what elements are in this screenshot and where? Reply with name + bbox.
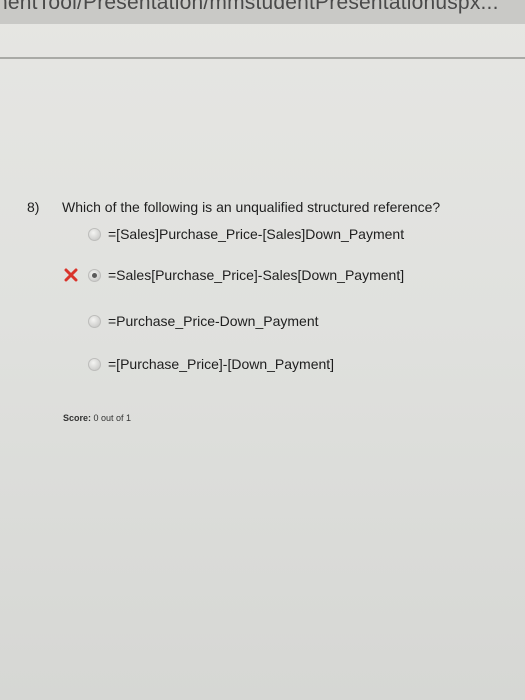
x-mark-icon	[64, 268, 78, 282]
radio-button-icon[interactable]	[88, 357, 101, 371]
question-number: 8)	[27, 199, 40, 215]
answer-option-label: =[Purchase_Price]-[Down_Payment]	[108, 356, 335, 372]
question-text: Which of the following is an unqualified…	[62, 199, 441, 215]
browser-address-bar[interactable]: nentTool/Presentation/mmstudentPresentat…	[0, 0, 525, 24]
answer-option-label: =Purchase_Price-Down_Payment	[108, 313, 319, 329]
answer-option-label: =Sales[Purchase_Price]-Sales[Down_Paymen…	[108, 267, 405, 283]
answer-option-4[interactable]: =[Purchase_Price]-[Down_Payment]	[88, 354, 334, 374]
radio-button-selected-icon[interactable]	[88, 268, 101, 282]
answer-option-3[interactable]: =Purchase_Price-Down_Payment	[88, 311, 319, 331]
radio-button-icon[interactable]	[88, 314, 101, 328]
score-display: Score: 0 out of 1	[63, 413, 131, 423]
score-value: 0 out of 1	[93, 413, 132, 423]
url-text: nentTool/Presentation/mmstudentPresentat…	[0, 0, 499, 14]
answer-option-1[interactable]: =[Sales]Purchase_Price-[Sales]Down_Payme…	[88, 224, 404, 244]
quiz-page: nentTool/Presentation/mmstudentPresentat…	[0, 0, 525, 700]
answer-option-2[interactable]: =Sales[Purchase_Price]-Sales[Down_Paymen…	[88, 265, 404, 285]
score-label: Score:	[63, 413, 92, 423]
radio-button-icon[interactable]	[88, 227, 101, 241]
answer-option-label: =[Sales]Purchase_Price-[Sales]Down_Payme…	[108, 226, 405, 242]
header-divider	[0, 57, 525, 59]
